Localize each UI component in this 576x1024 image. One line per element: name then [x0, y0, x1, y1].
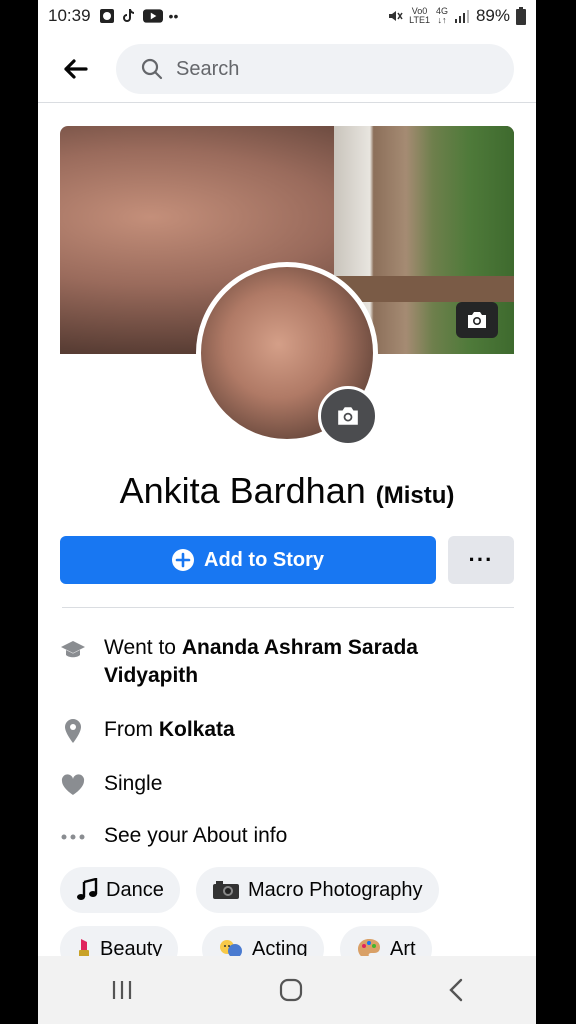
location-pin-icon	[65, 719, 81, 743]
volte-indicator: Vo0 LTE1	[409, 6, 430, 25]
more-options-button[interactable]: ···	[448, 536, 514, 584]
hobby-chip-dance[interactable]: Dance	[60, 867, 180, 913]
home-icon[interactable]	[279, 978, 303, 1002]
edit-profile-picture-button[interactable]	[318, 386, 378, 446]
back-icon[interactable]	[448, 978, 464, 1002]
cover-background-beam	[334, 276, 514, 302]
graduation-cap-icon	[61, 641, 85, 658]
back-arrow-icon[interactable]	[60, 54, 90, 84]
more-options-label: ···	[468, 547, 494, 572]
more-notifications-icon: ••	[168, 8, 179, 24]
profile-full-name: Ankita Bardhan	[119, 470, 366, 511]
app-notification-icon	[99, 9, 114, 23]
signal-icon	[454, 10, 469, 23]
profile-name: Ankita Bardhan (Mistu)	[38, 470, 536, 512]
relationship-status: Single	[104, 772, 163, 795]
camera-icon	[213, 881, 239, 899]
intro-education: Went to Ananda Ashram Sarada Vidyapith	[60, 634, 514, 690]
youtube-icon	[142, 9, 163, 23]
camera-icon	[468, 312, 486, 328]
intro-hometown-text: From Kolkata	[104, 718, 235, 741]
system-navigation-bar	[38, 956, 536, 1024]
hometown-value[interactable]: Kolkata	[159, 718, 235, 741]
edit-cover-photo-button[interactable]	[456, 302, 498, 338]
see-about-info-label: See your About info	[104, 824, 288, 847]
search-bar[interactable]	[116, 44, 514, 94]
top-bar	[38, 36, 536, 102]
header-divider	[38, 102, 536, 103]
profile-nickname: (Mistu)	[375, 482, 455, 509]
hobby-label: Dance	[106, 878, 164, 901]
intro-education-text: Went to Ananda Ashram Sarada Vidyapith	[104, 636, 418, 687]
battery-percent: 89%	[475, 6, 510, 25]
music-note-icon	[77, 878, 98, 900]
see-about-info[interactable]: See your About info	[60, 822, 514, 850]
search-icon	[141, 58, 163, 80]
hobby-label: Macro Photography	[248, 878, 423, 901]
mute-icon	[389, 11, 403, 21]
battery-icon	[516, 7, 526, 25]
section-divider	[62, 607, 514, 608]
intro-hometown: From Kolkata	[60, 716, 514, 744]
phone-screen: 10:39 •• Vo0LTE1 4G↓↑ 89% A	[38, 0, 536, 1024]
heart-icon	[61, 774, 85, 795]
status-bar: 10:39 •• Vo0 LTE1 4G ↓↑ 89%	[38, 0, 536, 32]
network-type-indicator: 4G ↓↑	[435, 6, 448, 25]
recent-apps-icon[interactable]	[110, 979, 134, 1001]
hobby-chip-macro-photography[interactable]: Macro Photography	[196, 867, 439, 913]
camera-icon	[338, 407, 358, 425]
status-time: 10:39	[48, 6, 91, 25]
search-input[interactable]	[176, 57, 476, 81]
add-to-story-label: Add to Story	[204, 548, 324, 571]
tiktok-icon	[122, 8, 134, 22]
add-to-story-button[interactable]: Add to Story	[60, 536, 436, 584]
plus-circle-icon	[172, 549, 194, 571]
more-dots-icon	[61, 834, 85, 840]
intro-relationship: Single	[60, 770, 514, 798]
